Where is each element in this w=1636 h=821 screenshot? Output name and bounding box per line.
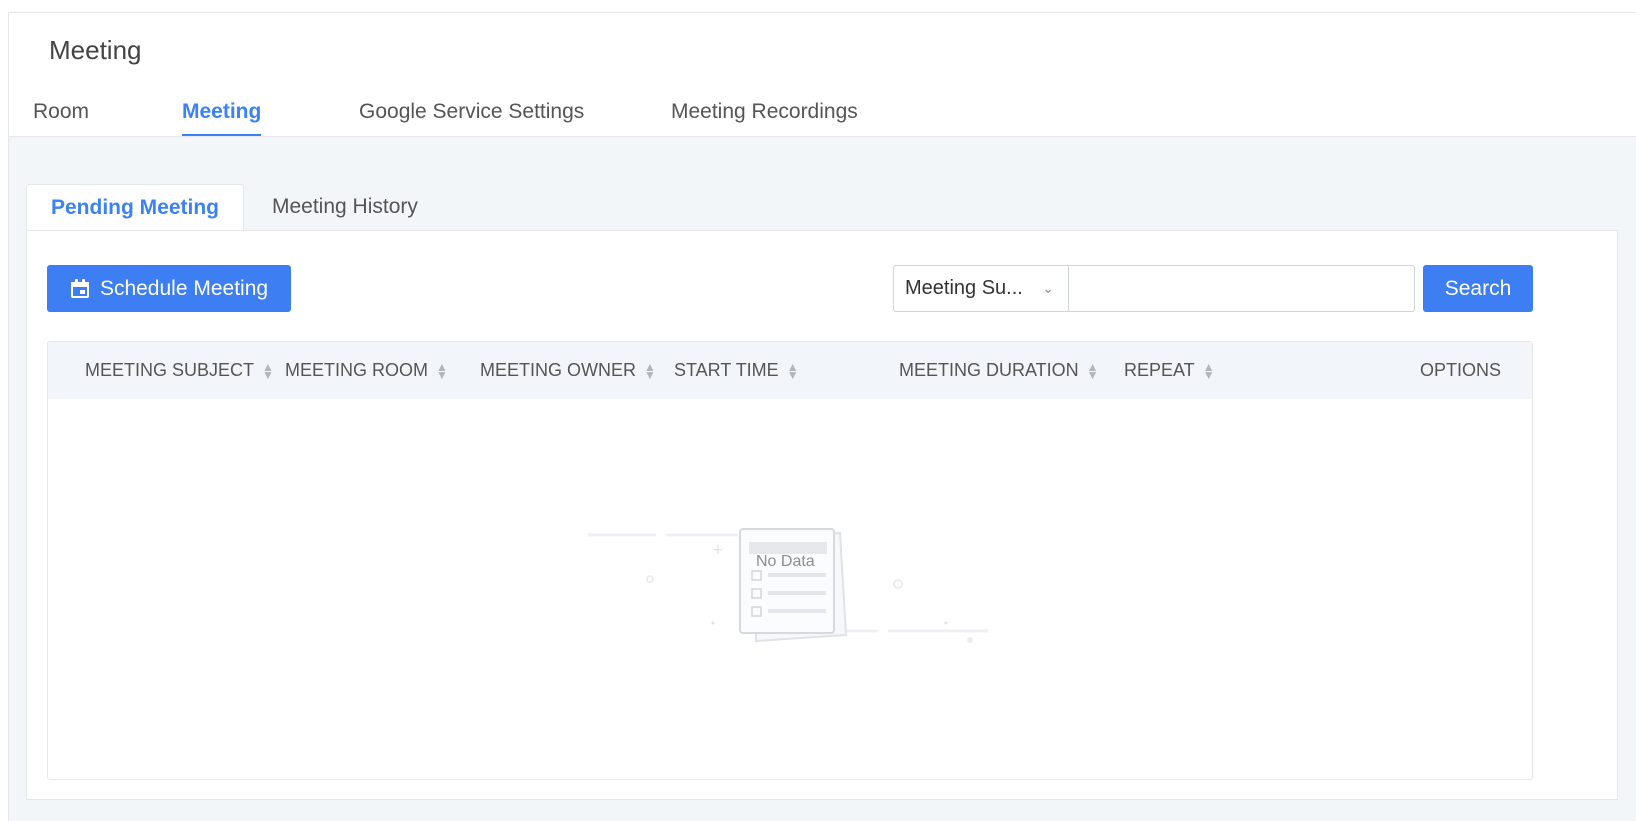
content-area: Pending Meeting Meeting History Schedule…: [9, 137, 1636, 821]
empty-state: + No Data: [588, 527, 1008, 657]
sort-icon: ▲ ▼: [1086, 360, 1099, 383]
top-tab-bar: Room Meeting Google Service Settings Mee…: [9, 95, 1636, 137]
schedule-meeting-label: Schedule Meeting: [99, 276, 269, 300]
tab-google-service-settings[interactable]: Google Service Settings: [359, 95, 584, 137]
tab-meeting-recordings[interactable]: Meeting Recordings: [671, 95, 858, 137]
no-data-label: No Data: [756, 553, 815, 570]
column-header-meeting-duration[interactable]: MEETING DURATION ▲ ▼: [899, 342, 1099, 399]
sort-icon: ▲ ▼: [786, 360, 799, 383]
sort-icon: ▲ ▼: [436, 360, 448, 383]
page-title: Meeting: [49, 35, 142, 65]
schedule-meeting-button[interactable]: Schedule Meeting: [47, 265, 291, 312]
no-data-illustration-icon: +: [588, 528, 988, 643]
column-header-repeat[interactable]: REPEAT ▲ ▼: [1124, 342, 1215, 399]
search-field-select[interactable]: Meeting Su... ⌄: [893, 265, 1069, 312]
sort-icon: ▲ ▼: [262, 360, 274, 383]
table-header: MEETING SUBJECT ▲ ▼ MEETING ROOM ▲ ▼ MEETING…: [48, 342, 1532, 399]
tab-pending-meeting[interactable]: Pending Meeting: [26, 184, 244, 232]
search-input[interactable]: [1068, 265, 1415, 312]
column-header-meeting-subject[interactable]: MEETING SUBJECT ▲ ▼: [85, 342, 274, 399]
search-button[interactable]: Search: [1423, 265, 1533, 312]
tab-meeting-history[interactable]: Meeting History: [248, 184, 442, 230]
sort-icon: ▲ ▼: [1202, 360, 1215, 383]
column-header-meeting-owner[interactable]: MEETING OWNER ▲ ▼: [480, 342, 656, 399]
svg-text:+: +: [712, 542, 724, 558]
tab-room[interactable]: Room: [33, 95, 89, 137]
column-header-start-time[interactable]: START TIME ▲ ▼: [674, 342, 799, 399]
meeting-window: Meeting Room Meeting Google Service Sett…: [8, 12, 1636, 821]
chevron-down-icon: ⌄: [1042, 280, 1054, 296]
calendar-icon: [70, 278, 90, 299]
pending-meeting-panel: Schedule Meeting Meeting Su... ⌄ Search …: [26, 230, 1618, 800]
tab-meeting[interactable]: Meeting: [182, 95, 262, 137]
sort-icon: ▲ ▼: [644, 360, 656, 383]
meeting-table: MEETING SUBJECT ▲ ▼ MEETING ROOM ▲ ▼ MEETING…: [47, 341, 1533, 780]
search-group: Meeting Su... ⌄: [893, 265, 1415, 312]
column-header-options: OPTIONS: [1420, 360, 1502, 380]
column-header-meeting-room[interactable]: MEETING ROOM ▲ ▼: [285, 342, 448, 399]
search-field-select-value: Meeting Su...: [905, 277, 1023, 299]
